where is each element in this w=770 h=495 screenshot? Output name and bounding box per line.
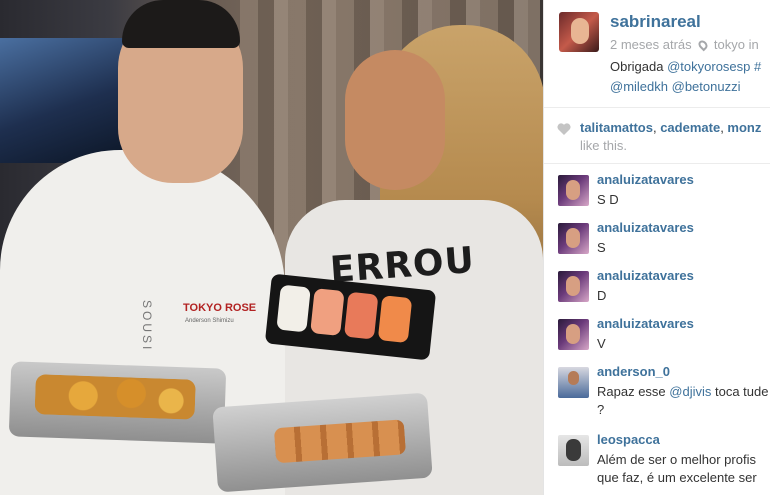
sushi-piece (377, 295, 413, 344)
likes-section: talitamattos, cademate, monz like this. (544, 108, 770, 164)
caption-mention[interactable]: @miledkh (610, 79, 668, 94)
chef-vertical-text: SOUSI (140, 300, 154, 353)
chef-logo: TOKYO ROSE (183, 302, 257, 314)
chef-name-embroidery: Anderson Shimizu (185, 318, 234, 324)
food-tray-right (212, 392, 433, 493)
liker-username[interactable]: cademate (660, 120, 720, 135)
comment-text: Rapaz esse @djivis toca tude ? (597, 383, 770, 419)
post-time[interactable]: 2 meses atrás (610, 37, 692, 52)
comment-text-part: toca tude (715, 384, 769, 399)
background-tv (0, 38, 130, 163)
post-caption: Obrigada @tokyorosesp # @miledkh @betonu… (610, 57, 770, 97)
post-sidebar: sabrinareal 2 meses atrás tokyo in Obrig… (543, 0, 770, 495)
likers-list: talitamattos, cademate, monz (580, 120, 762, 135)
commenter-avatar[interactable] (558, 319, 589, 350)
commenter-avatar[interactable] (558, 271, 589, 302)
sushi-piece (343, 291, 379, 340)
comment-username[interactable]: analuizatavares (597, 268, 694, 283)
comment-mention[interactable]: @djivis (669, 384, 711, 399)
comment-username[interactable]: anderson_0 (597, 364, 670, 379)
commenter-avatar[interactable] (558, 367, 589, 398)
heart-icon[interactable] (557, 123, 571, 135)
post-photo: ERROU TOKYO ROSE Anderson Shimizu SOUSI (0, 0, 543, 495)
caption-hashtag[interactable]: # (754, 59, 761, 74)
rolls-food (273, 419, 407, 464)
commenter-avatar[interactable] (558, 175, 589, 206)
comment-username[interactable]: analuizatavares (597, 172, 694, 187)
caption-mention[interactable]: @tokyorosesp (667, 59, 750, 74)
comment-text: S D (597, 192, 619, 207)
comment-text-part: Rapaz esse (597, 384, 666, 399)
comment-text: V (597, 336, 606, 351)
comment-text: S (597, 240, 606, 255)
liker-username[interactable]: monz (727, 120, 761, 135)
caption-text: Obrigada (610, 59, 664, 74)
comment-text-part: ? (597, 402, 605, 417)
location-pin-icon (696, 38, 710, 52)
post-location[interactable]: tokyo in (714, 37, 759, 52)
fried-food (34, 374, 196, 420)
likes-suffix: like this. (580, 138, 627, 153)
post-meta: 2 meses atrás tokyo in (610, 37, 759, 52)
woman-face (345, 50, 445, 190)
comment-text: Além de ser o melhor profis que faz, é u… (597, 451, 770, 487)
liker-username[interactable]: talitamattos (580, 120, 653, 135)
comment-text-part: que faz, é um excelente ser (597, 470, 757, 485)
owner-avatar[interactable] (559, 12, 599, 52)
comment-text: D (597, 288, 607, 303)
owner-username[interactable]: sabrinareal (610, 12, 701, 32)
chef-hair (122, 0, 240, 48)
sushi-piece (276, 284, 311, 333)
sushi-piece (310, 288, 345, 337)
commenter-avatar[interactable] (558, 223, 589, 254)
caption-mention[interactable]: @betonuzzi (672, 79, 741, 94)
comment-username[interactable]: analuizatavares (597, 316, 694, 331)
comment-username[interactable]: analuizatavares (597, 220, 694, 235)
comment-username[interactable]: leospacca (597, 432, 660, 447)
post-header: sabrinareal 2 meses atrás tokyo in Obrig… (544, 0, 770, 108)
comment-text-part: Além de ser o melhor profis (597, 452, 756, 467)
commenter-avatar[interactable] (558, 435, 589, 466)
food-tray-left (8, 361, 227, 444)
